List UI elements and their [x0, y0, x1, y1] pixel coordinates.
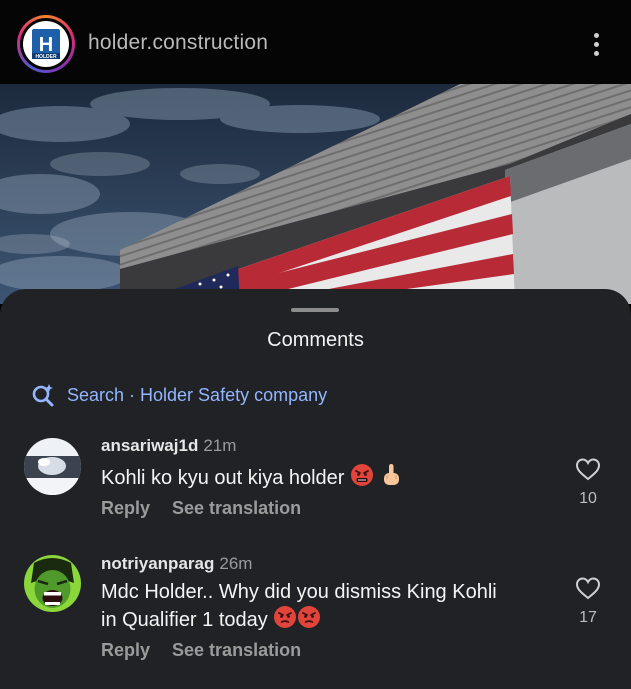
- like-count: 17: [579, 609, 597, 626]
- commenter-avatar[interactable]: [24, 555, 81, 612]
- logo-text: HOLDER: [35, 54, 57, 60]
- post-header: H HOLDER holder.construction: [0, 0, 631, 84]
- username-text[interactable]: ansariwaj1d: [101, 436, 198, 455]
- post-image[interactable]: [0, 84, 631, 304]
- profile-avatar[interactable]: H HOLDER: [17, 15, 75, 73]
- reply-button[interactable]: Reply: [101, 640, 150, 660]
- angry-face-icon: [351, 464, 374, 486]
- heart-icon[interactable]: [575, 576, 601, 600]
- see-translation-button[interactable]: See translation: [172, 640, 301, 660]
- search-suggestion-text: Search · Holder Safety company: [67, 385, 328, 405]
- drag-handle[interactable]: [291, 308, 339, 312]
- more-options-button[interactable]: [582, 28, 612, 62]
- account-name[interactable]: holder.construction: [88, 31, 268, 55]
- comment-item: notriyanparag 26m Mdc Holder.. Why did yo…: [0, 552, 631, 662]
- comment-item: ansariwaj1d 21m Kohli ko kyu out kiya hol…: [0, 434, 631, 524]
- reply-button[interactable]: Reply: [101, 498, 150, 518]
- comment-actions: Reply See translation: [101, 498, 301, 519]
- comment-time: 21m: [203, 436, 237, 455]
- comment-username[interactable]: ansariwaj1d 21m: [101, 436, 236, 456]
- comment-username[interactable]: notriyanparag 26m: [101, 554, 252, 574]
- hand-gesture-icon: [383, 464, 399, 485]
- heart-icon[interactable]: [575, 457, 601, 481]
- comment-time: 26m: [219, 554, 253, 573]
- commenter-avatar[interactable]: [24, 438, 81, 495]
- username-text[interactable]: notriyanparag: [101, 554, 214, 573]
- ai-search-icon: [32, 384, 54, 407]
- comment-text: Kohli ko kyu out kiya holder: [101, 463, 571, 491]
- see-translation-button[interactable]: See translation: [172, 498, 301, 518]
- like-count: 10: [579, 490, 597, 507]
- more-vertical-icon: [594, 33, 599, 38]
- comment-text: Mdc Holder.. Why did you dismiss King Ko…: [101, 581, 497, 631]
- comments-title: Comments: [267, 329, 364, 351]
- logo-letter: H: [39, 34, 53, 56]
- comments-sheet: Comments Search · Holder Safety company …: [0, 289, 631, 689]
- comment-actions: Reply See translation: [101, 640, 301, 661]
- angry-face-icon: [298, 606, 321, 628]
- angry-face-icon: [274, 606, 297, 628]
- holder-logo: H HOLDER: [23, 21, 69, 67]
